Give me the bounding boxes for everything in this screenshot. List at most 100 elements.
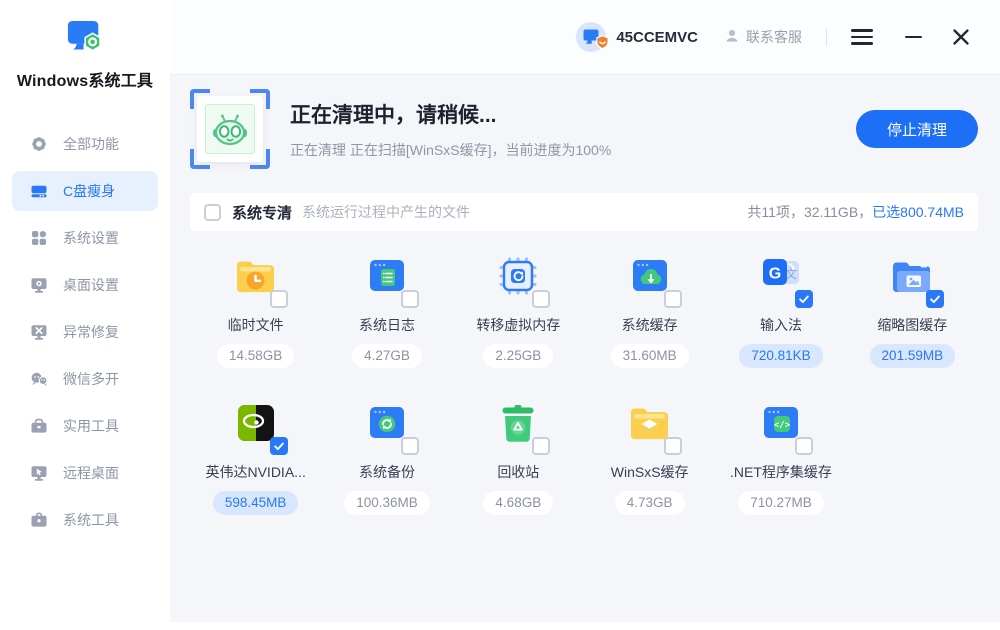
desktop-settings-icon [30, 276, 48, 294]
item-size-badge: 4.27GB [352, 344, 422, 368]
cleanup-item-6[interactable]: 英伟达NVIDIA... 598.45MB [190, 378, 321, 525]
logo-block: Windows系统工具 [0, 0, 170, 91]
item-checkbox[interactable] [664, 290, 682, 308]
sidebar-menu: 全部功能 C盘瘦身系统设置桌面设置异常修复微信多开实用工具远程桌面系统工具 [0, 91, 170, 540]
grid-icon [30, 229, 48, 247]
minimize-button[interactable] [905, 36, 922, 39]
sidebar-item-8[interactable]: 系统工具 [12, 500, 158, 540]
item-size-badge: 201.59MB [870, 344, 956, 368]
robot-scan-icon [190, 89, 270, 169]
sidebar-item-5[interactable]: 微信多开 [12, 359, 158, 399]
item-name: 系统备份 [359, 462, 415, 482]
item-size-badge: 31.60MB [611, 344, 689, 368]
item-size-badge: 4.68GB [483, 491, 553, 515]
app-window: Windows系统工具 全部功能 C盘瘦身系统设置桌面设置异常修复微信多开实用工具… [0, 0, 1000, 630]
sidebar-item-7[interactable]: 远程桌面 [12, 453, 158, 493]
item-checkbox[interactable] [532, 437, 550, 455]
topbar-divider [826, 28, 827, 46]
toolbox-icon [30, 417, 48, 435]
item-size-badge: 598.45MB [213, 491, 299, 515]
close-button[interactable] [952, 28, 970, 46]
winsxs-icon [626, 399, 674, 447]
cleaning-status-card: 正在清理中，请稍候... 正在清理 正在扫描[WinSxS缓存]，当前进度为10… [190, 89, 978, 169]
item-checkbox[interactable] [270, 437, 288, 455]
item-checkbox[interactable] [795, 437, 813, 455]
input-method-icon: 文G [757, 252, 805, 300]
svg-text:</>: </> [774, 420, 791, 430]
item-checkbox[interactable] [532, 290, 550, 308]
system-log-icon [363, 252, 411, 300]
cleanup-item-4[interactable]: 文G 输入法 720.81KB [715, 231, 846, 378]
sidebar-item-label: C盘瘦身 [63, 181, 115, 201]
cleanup-item-9[interactable]: WinSxS缓存 4.73GB [584, 378, 715, 525]
window-bottom-edge [170, 622, 1000, 630]
cleanup-item-10[interactable]: </>.NET程序集缓存710.27MB [715, 378, 846, 525]
sidebar-item-6[interactable]: 实用工具 [12, 406, 158, 446]
section-description: 系统运行过程中产生的文件 [302, 202, 470, 222]
item-size-badge: 4.73GB [615, 491, 685, 515]
item-checkbox[interactable] [795, 290, 813, 308]
status-subtitle: 正在清理 正在扫描[WinSxS缓存]，当前进度为100% [290, 140, 611, 160]
sidebar-item-label: 系统工具 [63, 510, 119, 530]
app-title: Windows系统工具 [0, 67, 170, 91]
item-name: 输入法 [760, 315, 802, 335]
contact-support-button[interactable]: 联系客服 [724, 27, 802, 47]
item-checkbox[interactable] [926, 290, 944, 308]
sidebar-item-label: 远程桌面 [63, 463, 119, 483]
cleanup-item-8[interactable]: 回收站 4.68GB [453, 378, 584, 525]
select-all-checkbox[interactable] [204, 204, 221, 221]
item-name: 英伟达NVIDIA... [205, 462, 305, 482]
item-name: WinSxS缓存 [611, 462, 689, 482]
item-size-badge: 100.36MB [344, 491, 430, 515]
main-content: 正在清理中，请稍候... 正在清理 正在扫描[WinSxS缓存]，当前进度为10… [170, 76, 1000, 622]
sidebar-item-label: 微信多开 [63, 369, 119, 389]
item-name: 转移虚拟内存 [476, 315, 560, 335]
cleanup-grid: 临时文件14.58GB系统日志4.27GB 转移虚拟内存 2.25GB 系统缓存 31.… [190, 231, 978, 525]
cleanup-item-0[interactable]: 临时文件14.58GB [190, 231, 321, 378]
item-checkbox[interactable] [401, 437, 419, 455]
person-icon [724, 28, 740, 47]
thumbnail-cache-icon [888, 252, 936, 300]
virtual-memory-icon [494, 252, 542, 300]
item-size-badge: 710.27MB [738, 491, 824, 515]
cleanup-item-5[interactable]: 缩略图缓存201.59MB [847, 231, 978, 378]
sidebar-item-0[interactable]: 全部功能 [12, 124, 158, 164]
section-summary: 共11项，32.11GB，已选800.74MB [747, 202, 964, 222]
sidebar-item-label: 全部功能 [63, 134, 119, 154]
menu-icon[interactable] [849, 25, 875, 49]
sidebar-item-2[interactable]: 系统设置 [12, 218, 158, 258]
temp-folder-icon [232, 252, 280, 300]
item-checkbox[interactable] [401, 290, 419, 308]
item-name: 系统缓存 [622, 315, 678, 335]
cleanup-item-3[interactable]: 系统缓存 31.60MB [584, 231, 715, 378]
item-name: 临时文件 [228, 315, 284, 335]
briefcase-icon [30, 511, 48, 529]
cleanup-item-1[interactable]: 系统日志4.27GB [321, 231, 452, 378]
sidebar-item-3[interactable]: 桌面设置 [12, 265, 158, 305]
drive-icon [30, 182, 48, 200]
sidebar: Windows系统工具 全部功能 C盘瘦身系统设置桌面设置异常修复微信多开实用工具… [0, 0, 170, 630]
summary-total: 共11项，32.11GB， [747, 204, 872, 220]
section-title: 系统专清 [232, 202, 292, 223]
sidebar-item-1[interactable]: C盘瘦身 [12, 171, 158, 211]
item-name: 回收站 [497, 462, 539, 482]
system-cache-icon [626, 252, 674, 300]
system-backup-icon [363, 399, 411, 447]
item-size-badge: 2.25GB [483, 344, 553, 368]
dotnet-icon: </> [757, 399, 805, 447]
sidebar-item-label: 系统设置 [63, 228, 119, 248]
sidebar-item-4[interactable]: 异常修复 [12, 312, 158, 352]
item-size-badge: 720.81KB [739, 344, 822, 368]
item-checkbox[interactable] [664, 437, 682, 455]
summary-selected: 已选800.74MB [872, 204, 964, 220]
topbar: 45CCEMVC 联系客服 [170, 0, 1000, 75]
close-icon [952, 28, 970, 46]
avatar[interactable] [576, 22, 606, 52]
status-title: 正在清理中，请稍候... [290, 99, 611, 129]
stop-cleaning-button[interactable]: 停止清理 [856, 110, 978, 148]
cleanup-item-2[interactable]: 转移虚拟内存 2.25GB [453, 231, 584, 378]
app-logo-icon [63, 45, 107, 62]
cleanup-item-7[interactable]: 系统备份 100.36MB [321, 378, 452, 525]
item-checkbox[interactable] [270, 290, 288, 308]
repair-icon [30, 323, 48, 341]
